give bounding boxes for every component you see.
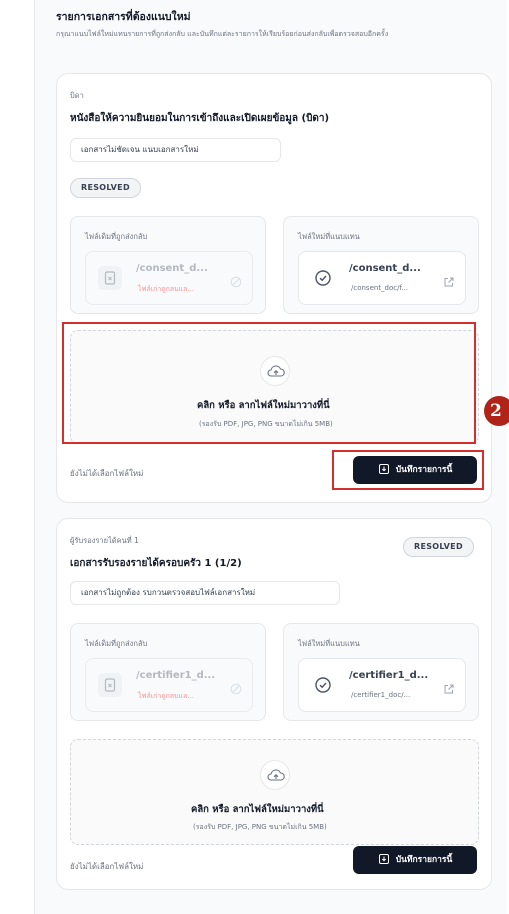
section-title: รายการเอกสารที่ต้องแนบใหม่ <box>56 11 191 23</box>
new-file-panel: ไฟล์ใหม่ที่แนบแทน /consent_d... /consent… <box>283 216 479 314</box>
check-circle-icon <box>311 266 335 290</box>
dropzone-highlight-box <box>62 322 476 444</box>
no-file-selected: ยังไม่ได้เลือกไฟล์ใหม่ <box>70 469 144 478</box>
save-item-label: บันทึกรายการนี้ <box>395 855 453 865</box>
external-link-icon[interactable] <box>443 273 455 287</box>
no-file-selected: ยังไม่ได้เลือกไฟล์ใหม่ <box>70 862 144 871</box>
document-owner: ผู้รับรองรายได้คนที่ 1 <box>70 536 139 545</box>
old-file-label: ไฟล์เดิมที่ถูกส่งกลับ <box>85 232 148 241</box>
new-file-name: /certifier1_d... <box>349 670 429 681</box>
slash-circle-icon <box>230 273 242 288</box>
external-link-icon[interactable] <box>443 680 455 694</box>
old-file-status: ไฟล์เก่าถูกลบแล... <box>138 692 195 700</box>
old-file-label: ไฟล์เดิมที่ถูกส่งกลับ <box>85 639 148 648</box>
old-file-name: /consent_d... <box>136 263 208 274</box>
new-file-label: ไฟล์ใหม่ที่แนบแทน <box>298 639 360 648</box>
document-owner: บิดา <box>70 91 84 100</box>
dropzone-instruction: คลิก หรือ ลากไฟล์ใหม่มาวางที่นี่ <box>191 804 324 815</box>
new-file-path: /consent_doc/f... <box>351 284 409 292</box>
new-file-item[interactable]: /consent_d... /consent_doc/f... <box>298 251 466 305</box>
new-file-path: /certifier1_doc/... <box>351 691 411 699</box>
save-button-highlight-box <box>332 450 484 490</box>
document-card: ผู้รับรองรายได้คนที่ 1 RESOLVED เอกสารรั… <box>56 518 492 890</box>
status-badge: RESOLVED <box>70 178 141 198</box>
new-file-name: /consent_d... <box>349 263 421 274</box>
reviewer-note: เอกสารไม่ชัดเจน แนบเอกสารใหม่ <box>70 138 281 162</box>
upload-cloud-icon <box>260 760 290 790</box>
slash-circle-icon <box>230 680 242 695</box>
step-number-badge: 2 <box>484 396 509 426</box>
new-file-label: ไฟล์ใหม่ที่แนบแทน <box>298 232 360 241</box>
status-badge: RESOLVED <box>403 537 474 557</box>
section-description: กรุณาแนบไฟล์ใหม่แทนรายการที่ถูกส่งกลับ แ… <box>56 30 389 38</box>
dropzone-hint: (รองรับ PDF, JPG, PNG ขนาดไม่เกิน 5MB) <box>193 823 327 831</box>
document-title: หนังสือให้ความยินยอมในการเข้าถึงและเปิดเ… <box>70 113 330 124</box>
old-file-name: /certifier1_d... <box>136 670 216 681</box>
old-file-item: /consent_d... ไฟล์เก่าถูกลบแล... <box>85 251 253 305</box>
old-file-status: ไฟล์เก่าถูกลบแล... <box>138 285 195 293</box>
check-circle-icon <box>311 673 335 697</box>
new-file-panel: ไฟล์ใหม่ที่แนบแทน /certifier1_d... /cert… <box>283 623 479 721</box>
file-x-icon <box>98 673 122 697</box>
old-file-panel: ไฟล์เดิมที่ถูกส่งกลับ /certifier1_d... ไ… <box>70 623 266 721</box>
save-item-button[interactable]: บันทึกรายการนี้ <box>353 846 477 874</box>
file-x-icon <box>98 266 122 290</box>
reviewer-note: เอกสารไม่ถูกต้อง รบกวนตรวจสอบไฟล์เอกสารใ… <box>70 581 340 605</box>
upload-dropzone[interactable]: คลิก หรือ ลากไฟล์ใหม่มาวางที่นี่ (รองรับ… <box>70 739 479 845</box>
document-title: เอกสารรับรองรายได้ครอบครัว 1 (1/2) <box>70 558 242 569</box>
save-icon <box>378 854 389 864</box>
new-file-item[interactable]: /certifier1_d... /certifier1_doc/... <box>298 658 466 712</box>
old-file-panel: ไฟล์เดิมที่ถูกส่งกลับ /consent_d... ไฟล์… <box>70 216 266 314</box>
old-file-item: /certifier1_d... ไฟล์เก่าถูกลบแล... <box>85 658 253 712</box>
